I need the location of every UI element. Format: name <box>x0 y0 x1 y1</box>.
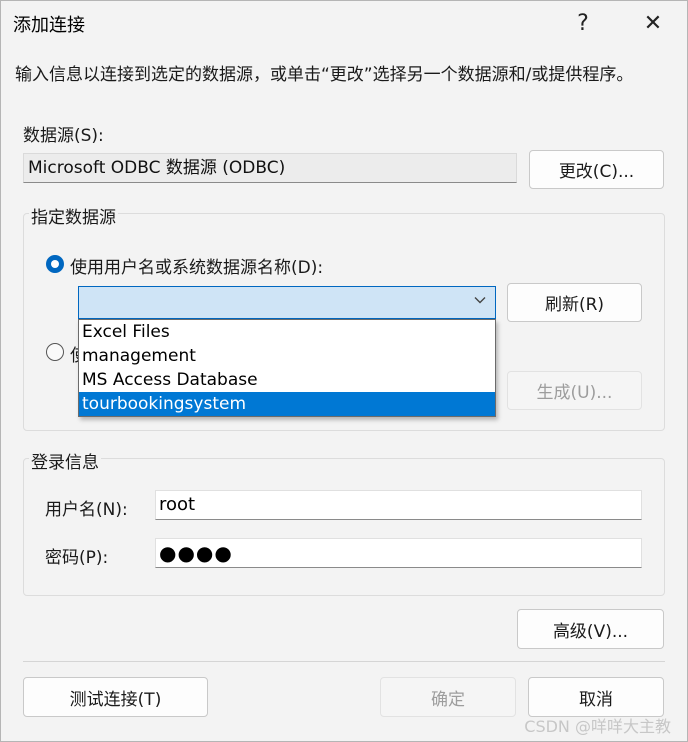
login-info-title: 登录信息 <box>29 448 101 473</box>
password-label: 密码(P): <box>45 548 109 568</box>
close-button[interactable]: ✕ <box>633 7 673 39</box>
add-connection-dialog: 添加连接 ? ✕ 输入信息以连接到选定的数据源，或单击“更改”选择另一个数据源和… <box>0 0 688 742</box>
change-button[interactable]: 更改(C)... <box>529 150 664 189</box>
radio-user-dsn[interactable] <box>46 255 64 273</box>
close-icon: ✕ <box>643 10 663 36</box>
help-icon: ? <box>577 10 589 36</box>
dropdown-option-selected[interactable]: tourbookingsystem <box>79 392 495 416</box>
watermark: CSDN @咩咩大主教 <box>524 717 671 736</box>
divider <box>23 661 665 662</box>
specify-datasource-title: 指定数据源 <box>29 203 118 228</box>
help-button[interactable]: ? <box>563 7 603 39</box>
login-info-group <box>23 458 665 596</box>
refresh-button[interactable]: 刷新(R) <box>507 283 642 322</box>
password-field[interactable]: ●●●● <box>155 538 642 568</box>
dsn-dropdown-list: Excel Files management MS Access Databas… <box>78 319 496 417</box>
advanced-button[interactable]: 高级(V)... <box>517 609 664 649</box>
datasource-label: 数据源(S): <box>23 126 104 146</box>
chevron-down-icon[interactable] <box>473 293 487 311</box>
ok-button: 确定 <box>380 677 516 717</box>
radio-user-dsn-label: 使用用户名或系统数据源名称(D): <box>70 258 324 278</box>
build-button: 生成(U)... <box>507 371 642 410</box>
username-label: 用户名(N): <box>45 500 128 520</box>
dropdown-option[interactable]: management <box>79 344 495 368</box>
dialog-title: 添加连接 <box>13 15 85 36</box>
cancel-button[interactable]: 取消 <box>528 677 664 717</box>
dropdown-option[interactable]: Excel Files <box>79 320 495 344</box>
radio-connection-string[interactable] <box>46 343 64 361</box>
dsn-combobox[interactable] <box>78 286 496 319</box>
test-connection-button[interactable]: 测试连接(T) <box>23 677 208 717</box>
dropdown-option[interactable]: MS Access Database <box>79 368 495 392</box>
instruction-text: 输入信息以连接到选定的数据源，或单击“更改”选择另一个数据源和/或提供程序。 <box>15 65 634 85</box>
username-field[interactable]: root <box>155 490 642 520</box>
datasource-field: Microsoft ODBC 数据源 (ODBC) <box>23 153 517 183</box>
